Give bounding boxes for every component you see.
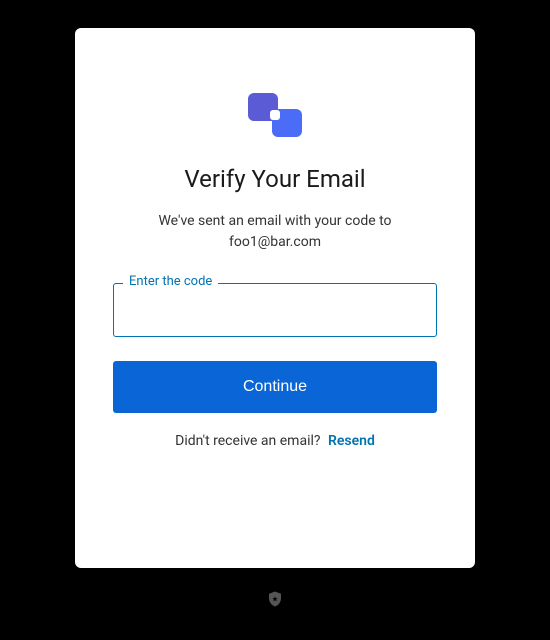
subtitle-line1: We've sent an email with your code to (158, 211, 391, 232)
resend-prompt: Didn't receive an email? (175, 433, 320, 449)
code-field-label: Enter the code (123, 274, 218, 289)
subtitle: We've sent an email with your code to fo… (158, 211, 391, 253)
continue-button[interactable]: Continue (113, 361, 437, 413)
page-title: Verify Your Email (184, 165, 365, 193)
resend-line: Didn't receive an email? Resend (175, 433, 375, 449)
code-input[interactable] (113, 283, 437, 337)
code-field-wrap: Enter the code (113, 283, 437, 337)
provider-badge-icon (266, 590, 284, 608)
subtitle-email: foo1@bar.com (158, 232, 391, 253)
app-logo-icon (248, 93, 302, 137)
resend-link[interactable]: Resend (328, 433, 375, 449)
verify-email-card: Verify Your Email We've sent an email wi… (75, 28, 475, 568)
